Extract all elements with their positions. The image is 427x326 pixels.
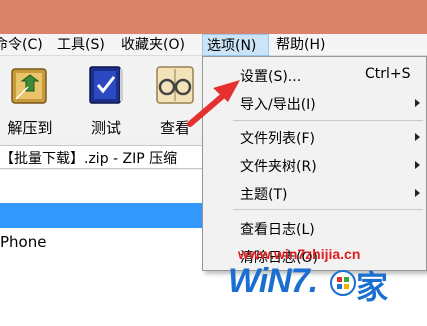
watermark-home-char: 家 (356, 268, 389, 306)
windows-logo-icon (330, 270, 356, 296)
submenu-arrow-icon (415, 189, 420, 197)
menu-item-file-list[interactable]: 文件列表(F) (203, 124, 427, 150)
submenu-arrow-icon (415, 133, 420, 141)
menu-item-theme[interactable]: 主题(T) (203, 180, 427, 206)
menu-options[interactable]: 选项(N) (202, 34, 269, 56)
menu-bar: 命令(C) 工具(S) 收藏夹(O) 选项(N) 帮助(H) (0, 34, 427, 56)
list-item[interactable]: Phone (0, 233, 46, 251)
options-dropdown-menu: 设置(S)... Ctrl+S 导入/导出(I) 文件列表(F) 文件夹树(R)… (202, 56, 427, 271)
menu-item-theme-label: 主题(T) (240, 187, 288, 203)
menu-separator (233, 209, 423, 210)
test-button[interactable]: 测试 (78, 63, 134, 137)
menu-item-folder-tree-label: 文件夹树(R) (240, 159, 317, 175)
menu-item-import-export-label: 导入/导出(I) (240, 97, 316, 113)
view-button[interactable]: 查看 (147, 63, 203, 137)
menu-item-view-log[interactable]: 查看日志(L) (203, 215, 427, 241)
test-book-icon (89, 66, 123, 104)
submenu-arrow-icon (415, 99, 420, 107)
view-glasses-icon (156, 66, 194, 104)
watermark-logo-text: WiN7. (228, 262, 318, 300)
watermark-url: www.win7zhijia.cn (238, 246, 361, 262)
menu-item-settings-shortcut: Ctrl+S (365, 66, 411, 82)
test-label: 测试 (90, 119, 121, 137)
extract-icon (11, 68, 47, 104)
menu-favorites[interactable]: 收藏夹(O) (121, 34, 185, 56)
extract-label: 解压到 (7, 119, 53, 137)
menu-item-settings-label: 设置(S)... (240, 69, 302, 85)
menu-command[interactable]: 命令(C) (0, 34, 43, 56)
watermark: www.win7zhijia.cn WiN7. 家 (228, 246, 427, 326)
menu-item-view-log-label: 查看日志(L) (240, 222, 315, 238)
title-bar (0, 0, 427, 34)
menu-help[interactable]: 帮助(H) (276, 34, 325, 56)
menu-item-import-export[interactable]: 导入/导出(I) (203, 90, 427, 116)
archive-path-text: 【批量下载】.zip - ZIP 压缩 (0, 151, 178, 167)
view-label: 查看 (159, 119, 190, 137)
menu-item-file-list-label: 文件列表(F) (240, 131, 315, 147)
menu-separator (233, 120, 423, 121)
extract-button[interactable]: 解压到 (2, 63, 58, 137)
menu-tools[interactable]: 工具(S) (57, 34, 105, 56)
menu-item-settings[interactable]: 设置(S)... Ctrl+S (203, 62, 427, 88)
submenu-arrow-icon (415, 161, 420, 169)
menu-item-folder-tree[interactable]: 文件夹树(R) (203, 152, 427, 178)
